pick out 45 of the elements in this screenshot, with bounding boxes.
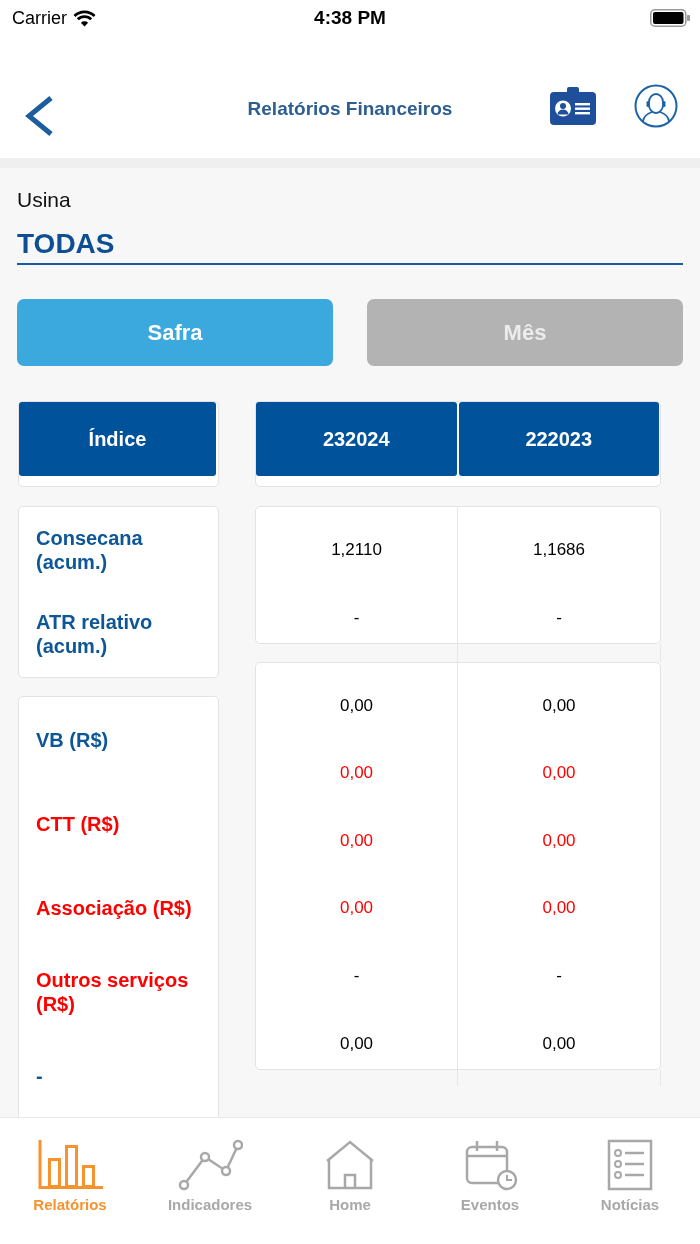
table-cell: 1,2110: [331, 540, 382, 560]
tab-item[interactable]: Indicadores: [140, 1118, 280, 1244]
row-label: -: [36, 1064, 43, 1088]
wifi-icon: [73, 9, 96, 27]
row-label: Outros serviços (R$): [36, 968, 190, 1016]
status-time: 4:38 PM: [314, 7, 386, 29]
tab-item[interactable]: Notícias: [560, 1118, 700, 1244]
table-cell: 0,00: [339, 763, 374, 784]
table-cell: 0,00: [339, 1033, 374, 1054]
table-cell: -: [353, 607, 360, 628]
battery-icon: [650, 9, 690, 27]
bar-chart-icon: [37, 1139, 103, 1191]
tab-item[interactable]: Eventos: [420, 1118, 560, 1244]
carrier-name: Carrier: [12, 7, 67, 29]
back-icon[interactable]: [24, 96, 54, 136]
column-header: 232024: [256, 402, 457, 476]
table-cell: -: [353, 965, 360, 986]
table-cell: 0,00: [542, 1033, 576, 1054]
table-cell: 0,00: [542, 898, 576, 919]
row-label: Consecana (acum.): [36, 526, 144, 574]
table-cell: 0,00: [542, 695, 576, 716]
row-label: Associação (R$): [36, 896, 192, 920]
row-label: VB (R$): [36, 728, 109, 752]
table-cell: 0,00: [542, 830, 576, 851]
table-cell: 0,00: [542, 763, 576, 784]
segment-button[interactable]: Safra: [17, 299, 333, 366]
table-cell: 1,1686: [533, 540, 585, 560]
usina-label: Usina: [17, 188, 72, 212]
row-label: CTT (R$): [36, 812, 120, 836]
segment-button[interactable]: Mês: [367, 299, 683, 366]
id-card-icon[interactable]: [550, 87, 596, 125]
table-cell: -: [556, 607, 562, 628]
row-label: ATR relativo (acum.): [36, 610, 154, 658]
table-cell: 0,00: [339, 898, 374, 919]
table-cell: -: [556, 965, 562, 986]
column-header: 222023: [458, 402, 659, 476]
tab-item[interactable]: Home: [280, 1118, 420, 1244]
person-circle-icon[interactable]: [634, 84, 678, 128]
table-cell: 0,00: [339, 830, 374, 851]
table-cell: 0,00: [339, 695, 374, 716]
screen-title: Relatórios Financeiros: [247, 97, 453, 121]
line-chart-icon: [177, 1139, 243, 1191]
usina-select-field[interactable]: TODAS: [17, 215, 683, 265]
column-header: Índice: [19, 402, 216, 476]
tab-item[interactable]: Relatórios: [0, 1118, 140, 1244]
